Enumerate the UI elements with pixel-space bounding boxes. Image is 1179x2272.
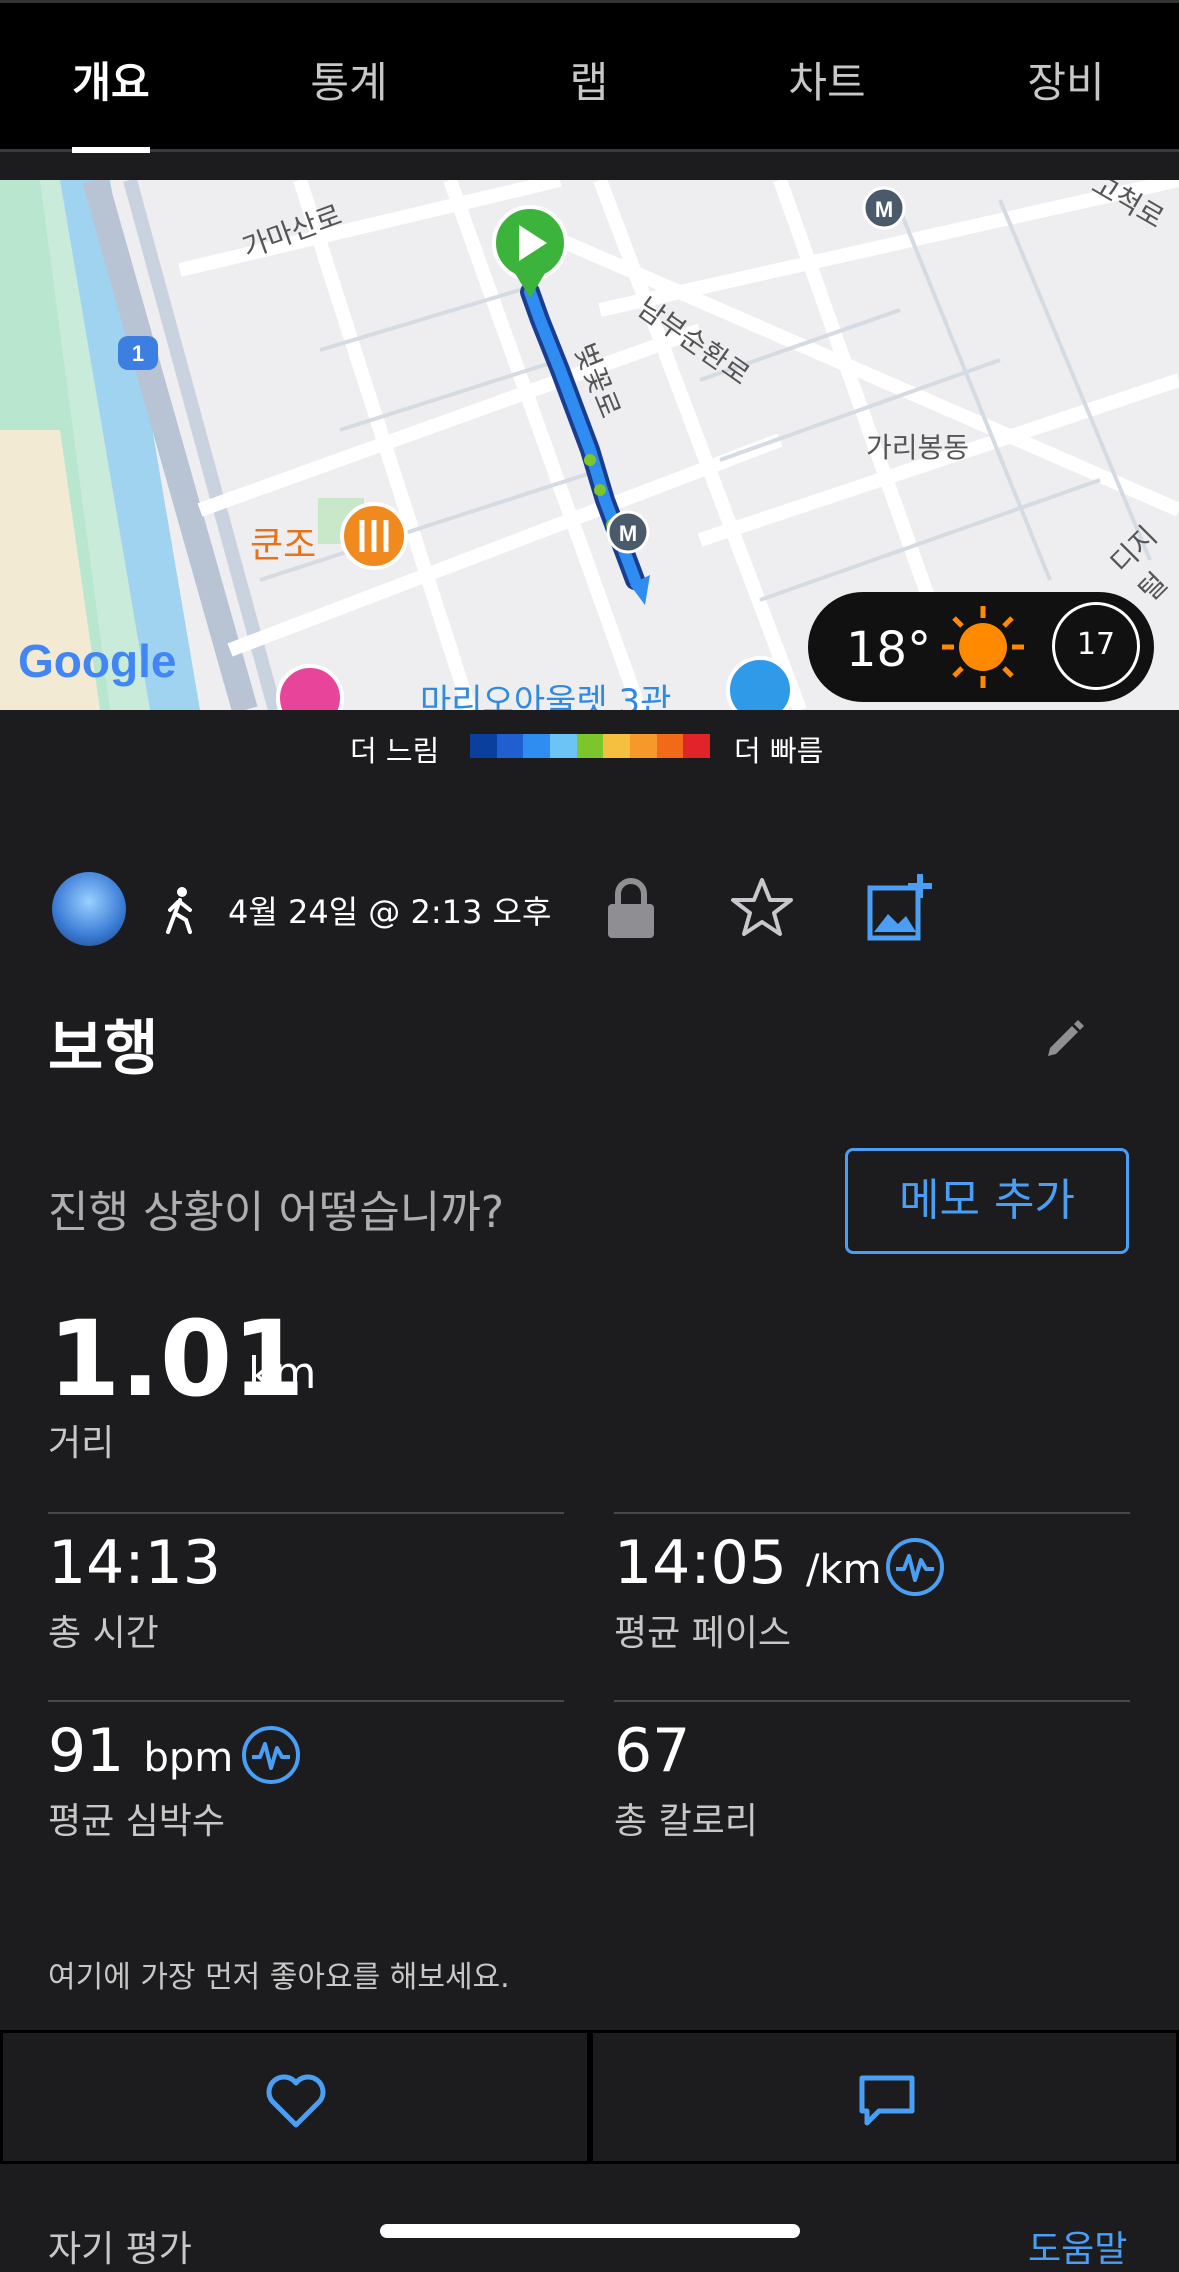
lock-icon[interactable] [604, 876, 658, 940]
calories-label: 총 칼로리 [614, 1801, 758, 1842]
like-button[interactable] [0, 2030, 590, 2164]
legend-slow: 더 느림 [350, 734, 440, 768]
sun-icon [942, 606, 1024, 688]
divider [48, 1512, 564, 1514]
avg-pace-number: 14:05 [614, 1528, 787, 1598]
heart-icon [266, 2074, 326, 2128]
tab-laps[interactable]: 랩 [570, 49, 609, 110]
weather-badge: 18° 17 [808, 592, 1154, 702]
star-icon[interactable] [730, 876, 794, 940]
activity-title: 보행 [48, 1014, 159, 1084]
map-label: 마리오아울렛 3관 [420, 682, 672, 710]
add-memo-button[interactable]: 메모 추가 [845, 1148, 1129, 1254]
avg-hr-value: 91 bpm [48, 1716, 233, 1786]
home-indicator[interactable] [380, 2224, 800, 2238]
divider [614, 1512, 1130, 1514]
active-tab-indicator [72, 147, 150, 153]
avg-hr-number: 91 [48, 1716, 125, 1786]
activity-date: 4월 24일 @ 2:13 오후 [228, 893, 552, 931]
edit-icon[interactable] [1042, 1016, 1088, 1062]
distance-label: 거리 [48, 1423, 115, 1464]
bottom-section: 자기 평가 도움말 [0, 2168, 1179, 2270]
svg-text:1: 1 [132, 341, 144, 366]
temperature: 18° [846, 622, 932, 678]
map-label: 쿤조 [250, 525, 317, 566]
divider [614, 1700, 1130, 1702]
route-map[interactable]: M M 1 가마산로 벚꽃로 남부순환로 가리봉동 쿤조 마리오아울렛 3관 고… [0, 180, 1179, 710]
svg-text:M: M [875, 197, 893, 222]
wind-icon: 17 [1052, 602, 1140, 690]
like-note: 여기에 가장 먼저 좋아요를 해보세요. [48, 1960, 510, 1995]
avg-hr-unit: bpm [143, 1735, 234, 1781]
avg-pace-label: 평균 페이스 [614, 1613, 792, 1654]
wind-speed: 17 [1076, 627, 1116, 662]
total-time-label: 총 시간 [48, 1613, 159, 1654]
map-label: 가리봉동 [866, 431, 970, 464]
self-evaluation-label: 자기 평가 [48, 2229, 192, 2270]
total-time-value: 14:13 [48, 1528, 221, 1598]
pace-color-bar [470, 734, 711, 758]
distance-unit: km [248, 1348, 317, 1399]
comment-icon [859, 2075, 915, 2126]
tab-stats[interactable]: 통계 [310, 49, 387, 110]
tab-overview[interactable]: 개요 [72, 49, 149, 110]
calories-value: 67 [614, 1716, 691, 1786]
tab-gear[interactable]: 장비 [1027, 49, 1104, 110]
pace-detail-icon[interactable] [884, 1536, 946, 1598]
google-logo: Google [18, 635, 177, 687]
avatar[interactable] [52, 872, 126, 946]
legend-fast: 더 빠름 [734, 734, 824, 768]
avg-pace-unit: /km [806, 1547, 882, 1593]
pace-legend: 더 느림 더 빠름 [0, 726, 1179, 768]
add-photo-icon[interactable] [864, 872, 936, 944]
divider [48, 1700, 564, 1702]
heart-rate-detail-icon[interactable] [240, 1724, 302, 1786]
svg-text:M: M [619, 521, 637, 546]
avg-pace-value: 14:05 /km [614, 1528, 882, 1598]
avg-hr-label: 평균 심박수 [48, 1801, 226, 1842]
tab-charts[interactable]: 차트 [788, 49, 865, 110]
comment-button[interactable] [590, 2030, 1179, 2164]
tab-bar: 개요 통계 랩 차트 장비 [0, 0, 1179, 153]
activity-meta-row: 4월 24일 @ 2:13 오후 [0, 872, 1179, 962]
progress-prompt: 진행 상황이 어떻습니까? [48, 1187, 505, 1238]
help-link[interactable]: 도움말 [1028, 2220, 1127, 2272]
walking-icon [166, 887, 192, 934]
